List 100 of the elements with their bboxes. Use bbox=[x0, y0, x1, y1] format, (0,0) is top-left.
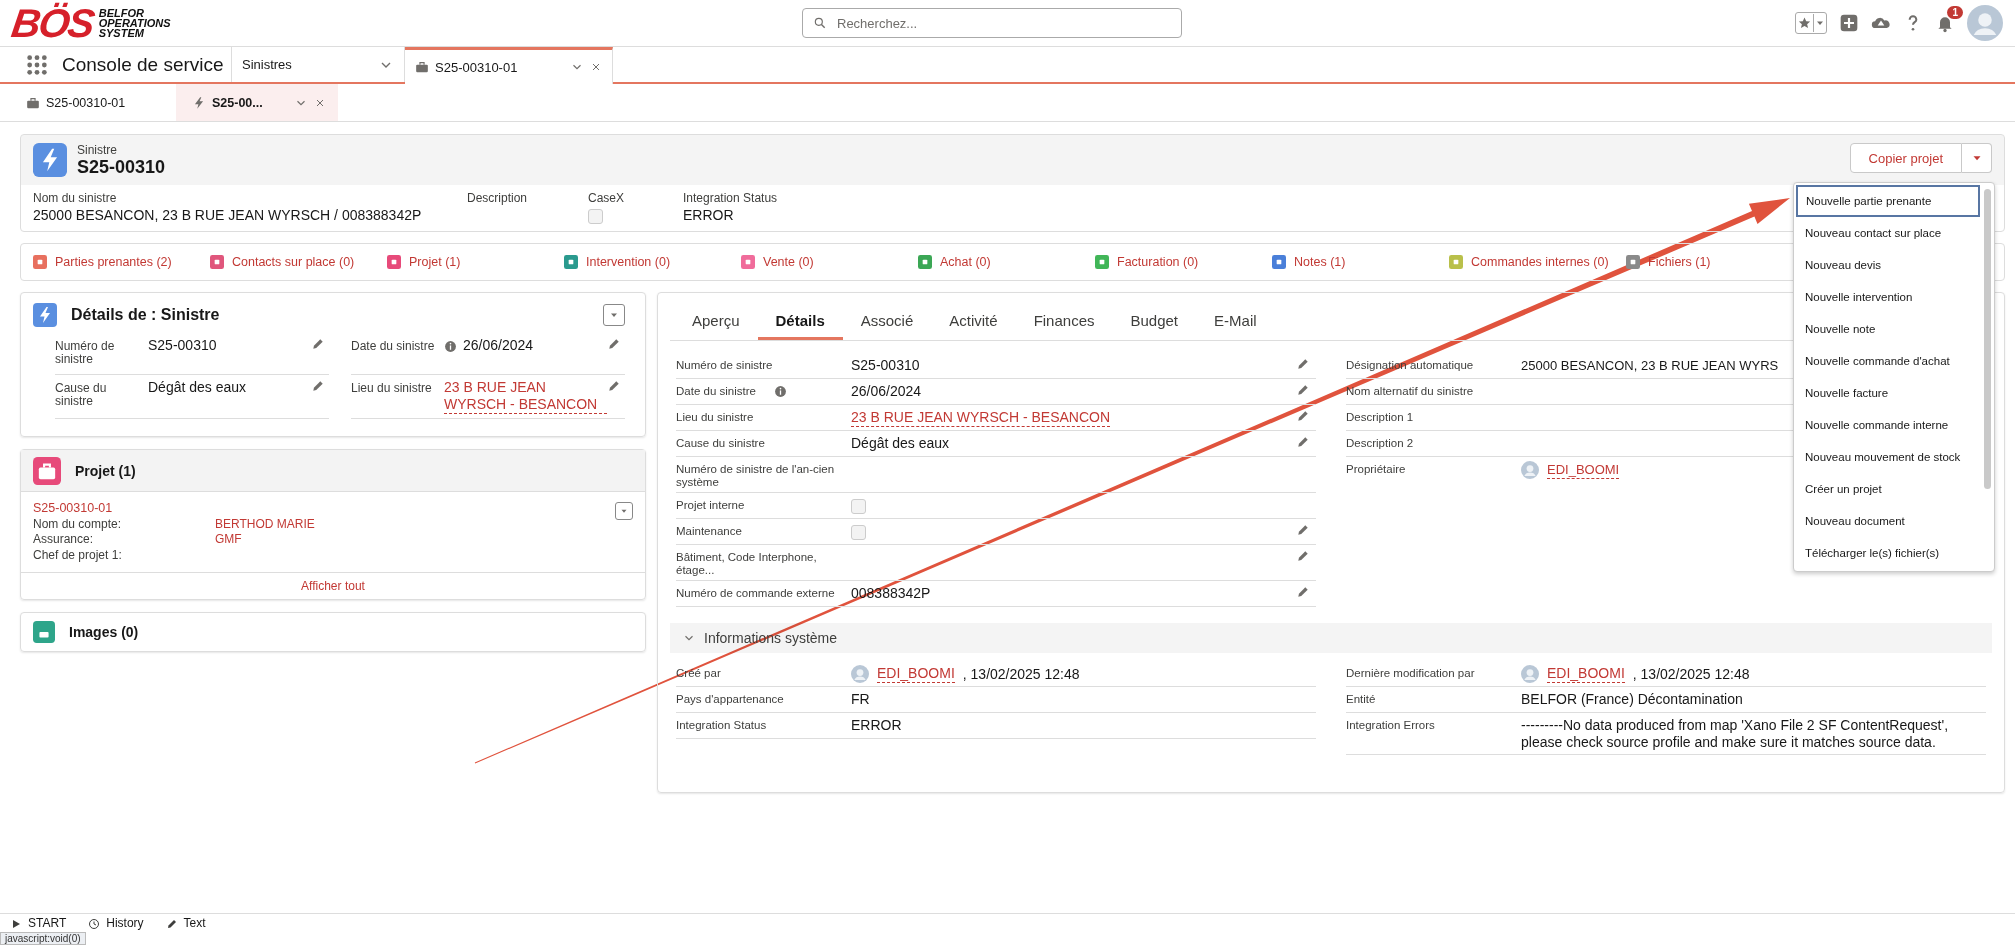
menu-item[interactable]: Télécharger le(s) fichier(s) bbox=[1796, 537, 1980, 569]
card-menu-button[interactable] bbox=[603, 304, 625, 326]
edit-icon[interactable] bbox=[311, 379, 325, 393]
edit-icon[interactable] bbox=[607, 379, 621, 393]
edit-icon[interactable] bbox=[1296, 435, 1310, 449]
field-label: Numéro de sinistre bbox=[676, 358, 774, 372]
edit-icon[interactable] bbox=[1296, 383, 1310, 397]
address-link[interactable]: 23 B RUE JEAN WYRSCH - BESANCON bbox=[851, 409, 1111, 427]
utility-item[interactable]: Text bbox=[165, 917, 206, 930]
menu-item[interactable]: Créer un projet bbox=[1796, 473, 1980, 505]
star-icon bbox=[1796, 14, 1814, 32]
record-tab[interactable]: E-Mail bbox=[1196, 293, 1275, 340]
related-list-link[interactable]: Vente (0) bbox=[741, 255, 814, 269]
project-link[interactable]: S25-00310-01 bbox=[33, 501, 113, 517]
record-tab[interactable]: Budget bbox=[1112, 293, 1197, 340]
edit-icon[interactable] bbox=[1296, 585, 1310, 599]
edit-icon[interactable] bbox=[311, 337, 325, 351]
menu-item[interactable]: Nouvelle partie prenante bbox=[1796, 185, 1980, 217]
field-value: 25000 BESANCON, 23 B RUE JEAN WYRSCH / 008388342P bbox=[33, 207, 423, 223]
app-name: Console de service bbox=[62, 53, 224, 76]
utility-item[interactable]: History bbox=[88, 917, 144, 930]
field-label: Propriétaire bbox=[1346, 462, 1407, 476]
edit-icon[interactable] bbox=[1296, 409, 1310, 423]
field-label: Numéro de sinistre de l'an-cien système bbox=[676, 462, 836, 489]
subtab[interactable]: S25-00... bbox=[176, 84, 338, 121]
edit-icon[interactable] bbox=[1296, 357, 1310, 371]
field-label: Projet interne bbox=[676, 498, 746, 512]
view-all-link[interactable]: Afficher tout bbox=[301, 579, 365, 593]
field-label: Nom alternatif du sinistre bbox=[1346, 384, 1475, 398]
play-icon bbox=[10, 917, 22, 930]
checkbox[interactable] bbox=[851, 498, 866, 514]
card-title: Détails de : Sinistre bbox=[71, 306, 220, 324]
subtab[interactable]: S25-00310-01 bbox=[16, 84, 176, 121]
field-value: FR bbox=[851, 691, 870, 708]
favorites-button[interactable] bbox=[1795, 12, 1827, 34]
menu-item[interactable]: Nouvelle commande interne bbox=[1796, 409, 1980, 441]
row-menu-button[interactable] bbox=[615, 502, 633, 520]
field-label: Description bbox=[467, 191, 529, 205]
field-label: Nom du compte: bbox=[33, 516, 123, 532]
app-launcher-icon[interactable] bbox=[26, 53, 48, 76]
notification-badge: 1 bbox=[1947, 6, 1963, 19]
card-title: Images (0) bbox=[69, 624, 139, 640]
related-list-link[interactable]: Commandes internes (0) bbox=[1449, 255, 1609, 269]
record-tab[interactable]: Détails bbox=[757, 293, 843, 340]
field-value: Dégât des eaux bbox=[148, 379, 247, 396]
related-list-link[interactable]: Projet (1) bbox=[387, 255, 461, 269]
close-icon[interactable] bbox=[590, 61, 602, 73]
search-field[interactable]: Recherchez... bbox=[802, 8, 1182, 38]
record-title: S25-00310 bbox=[77, 156, 166, 178]
search-input[interactable]: Recherchez... bbox=[835, 14, 1171, 32]
edit-icon[interactable] bbox=[1296, 523, 1310, 537]
field-label: Pays d'appartenance bbox=[676, 692, 785, 706]
field-label: Chef de projet 1: bbox=[33, 547, 123, 563]
add-icon[interactable] bbox=[1839, 13, 1859, 33]
object-label: Sinistre bbox=[77, 142, 118, 157]
menu-item[interactable]: Nouveau mouvement de stock bbox=[1796, 441, 1980, 473]
field-value: BERTHOD MARIE bbox=[215, 516, 316, 532]
user-link[interactable]: EDI_BOOMI bbox=[877, 665, 955, 683]
field-value: GMF bbox=[215, 532, 243, 548]
related-list-link[interactable]: Parties prenantes (2) bbox=[33, 255, 172, 269]
record-tab[interactable]: Aperçu bbox=[674, 293, 758, 340]
clock-icon bbox=[88, 917, 101, 930]
field-value: ---------No data produced from map 'Xano File 2 SF ContentRequest', please check source profile and make sure it matches source data. bbox=[1521, 717, 1950, 751]
pencil-icon bbox=[165, 917, 178, 930]
utility-item[interactable]: START bbox=[10, 917, 67, 930]
timestamp: , 13/02/2025 12:48 bbox=[962, 665, 1080, 683]
user-link[interactable]: EDI_BOOMI bbox=[1547, 461, 1620, 479]
edit-icon[interactable] bbox=[1296, 549, 1310, 563]
workspace-tab[interactable]: S25-00310-01 bbox=[405, 47, 613, 84]
related-list-link[interactable]: Notes (1) bbox=[1272, 255, 1346, 269]
user-link[interactable]: EDI_BOOMI bbox=[1547, 665, 1625, 683]
search-icon bbox=[813, 16, 827, 30]
address-link[interactable]: 23 B RUE JEAN WYRSCH - BESANCON bbox=[444, 379, 607, 414]
checkbox[interactable] bbox=[588, 208, 603, 224]
field-label: Bâtiment, Code Interphone, étage... bbox=[676, 550, 818, 577]
copy-project-button[interactable]: Copier projet bbox=[1849, 143, 1962, 173]
related-list-link[interactable]: Facturation (0) bbox=[1095, 255, 1199, 269]
menu-item[interactable]: Nouvelle intervention bbox=[1796, 281, 1980, 313]
checkbox[interactable] bbox=[851, 524, 866, 540]
record-tab[interactable]: Finances bbox=[1015, 293, 1113, 340]
menu-item[interactable]: Nouveau contact sur place bbox=[1796, 217, 1980, 249]
timestamp: , 13/02/2025 12:48 bbox=[1632, 665, 1750, 683]
menu-item[interactable]: Nouveau document bbox=[1796, 505, 1980, 537]
menu-item[interactable]: Nouveau devis bbox=[1796, 249, 1980, 281]
edit-icon[interactable] bbox=[607, 337, 621, 351]
field-label: Entité bbox=[1346, 692, 1377, 706]
related-list-link[interactable]: Achat (0) bbox=[918, 255, 991, 269]
menu-item[interactable]: Nouvelle facture bbox=[1796, 377, 1980, 409]
field-label: Integration Status bbox=[683, 191, 779, 205]
related-list-link[interactable]: Contacts sur place (0) bbox=[210, 255, 355, 269]
field-value: 26/06/2024 bbox=[851, 383, 922, 400]
field-label: Assurance: bbox=[33, 532, 95, 548]
file-icon bbox=[33, 621, 55, 643]
record-tab[interactable]: Activité bbox=[931, 293, 1016, 340]
field-value: ERROR bbox=[683, 207, 735, 223]
menu-item[interactable]: Nouvelle note bbox=[1796, 313, 1980, 345]
menu-item[interactable]: Nouvelle commande d'achat bbox=[1796, 345, 1980, 377]
related-list-link[interactable]: Intervention (0) bbox=[564, 255, 671, 269]
record-tab[interactable]: Associé bbox=[842, 293, 932, 340]
field-value: S25-00310 bbox=[851, 357, 920, 374]
